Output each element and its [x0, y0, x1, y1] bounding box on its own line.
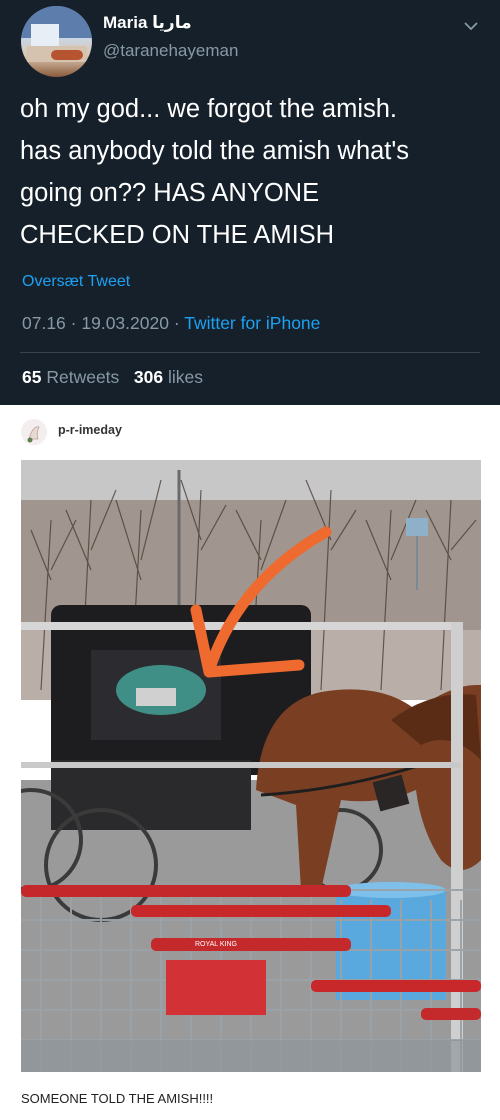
retweets-count: 65	[22, 367, 42, 387]
user-avatar[interactable]	[21, 6, 92, 77]
meta-separator: ·	[173, 313, 180, 333]
likes-stat[interactable]: 306 likes	[134, 367, 203, 387]
avatar-figure	[51, 50, 83, 60]
user-handle[interactable]: @taranehayeman	[103, 41, 238, 61]
tweet-text: oh my god... we forgot the amish. has an…	[20, 95, 410, 249]
avatar-building	[31, 24, 59, 46]
display-name[interactable]: Maria ماريا	[103, 13, 192, 33]
tweet-meta: 07.16 · 19.03.2020 · Twitter for iPhone	[22, 313, 320, 334]
post-caption: SOMEONE TOLD THE AMISH!!!!	[21, 1091, 214, 1106]
tweet-time[interactable]: 07.16	[22, 313, 66, 333]
likes-count: 306	[133, 367, 164, 387]
chevron-down-icon[interactable]	[463, 20, 479, 32]
post-username[interactable]: p-r-imeday	[58, 423, 122, 437]
post-avatar[interactable]	[21, 419, 47, 445]
cart-sign-text: ROYAL KING	[195, 941, 237, 948]
likes-label: likes	[167, 367, 203, 387]
retweets-label: Retweets	[46, 367, 120, 387]
retweets-stat[interactable]: 65 Retweets	[22, 367, 119, 387]
translate-tweet-link[interactable]: Oversæt Tweet	[22, 273, 130, 291]
post-header: p-r-imeday	[0, 405, 500, 455]
tweet-stats: 65 Retweets 306 likes	[22, 367, 203, 388]
tweet-date[interactable]: 19.03.2020	[81, 313, 169, 333]
tweet-client-link[interactable]: Twitter for iPhone	[184, 313, 320, 333]
meta-separator: ·	[70, 313, 77, 333]
tweet-card: Maria ماريا @taranehayeman oh my god... …	[0, 0, 500, 405]
amish-buggy-photo: ROYAL KING	[21, 460, 481, 1072]
stats-divider	[20, 352, 480, 353]
post-avatar-art	[21, 419, 47, 445]
